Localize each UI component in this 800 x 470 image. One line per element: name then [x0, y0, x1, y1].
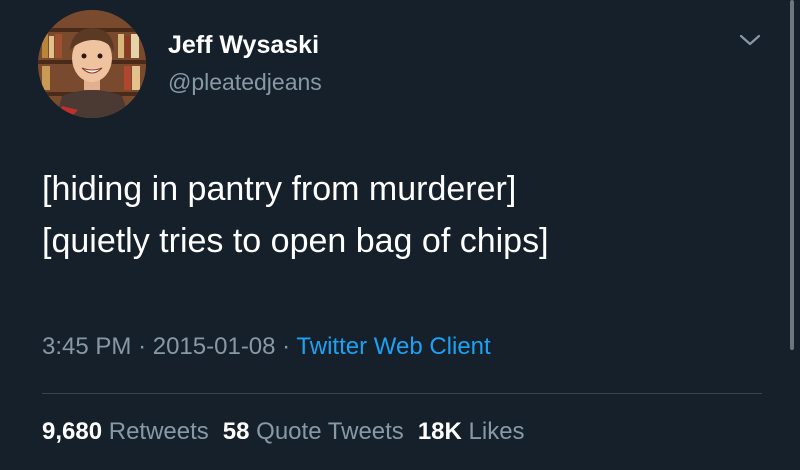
avatar-photo — [38, 10, 146, 118]
retweets-stat[interactable]: 9,680 Retweets — [42, 418, 209, 445]
likes-count: 18K — [417, 418, 462, 445]
tweet-text: [hiding in pantry from murderer] [quietl… — [42, 163, 762, 267]
meta-separator: · — [138, 333, 147, 360]
likes-stat[interactable]: 18K Likes — [418, 418, 525, 445]
chevron-down-icon[interactable] — [736, 30, 764, 50]
retweets-label: Retweets — [108, 418, 209, 445]
scrollbar[interactable] — [790, 0, 794, 350]
avatar[interactable] — [38, 10, 146, 118]
divider — [42, 393, 762, 394]
meta-separator: · — [282, 333, 291, 360]
author-handle[interactable]: @pleatedjeans — [168, 69, 322, 96]
author-name[interactable]: Jeff Wysaski — [168, 31, 319, 60]
tweet-time[interactable]: 3:45 PM — [42, 333, 131, 360]
tweet-stats: 9,680 Retweets 58 Quote Tweets 18K Likes — [42, 418, 539, 446]
tweet-client-link[interactable]: Twitter Web Client — [296, 333, 490, 360]
quote-tweets-label: Quote Tweets — [256, 418, 404, 445]
likes-label: Likes — [468, 418, 525, 445]
tweet-text-line: [hiding in pantry from murderer] — [42, 170, 517, 208]
tweet-meta: 3:45 PM · 2015-01-08 · Twitter Web Clien… — [42, 333, 491, 361]
tweet-card: Jeff Wysaski @pleatedjeans [hiding in pa… — [0, 0, 800, 470]
tweet-text-line: [quietly tries to open bag of chips] — [42, 222, 549, 260]
quote-tweets-count: 58 — [222, 418, 250, 445]
tweet-date[interactable]: 2015-01-08 — [153, 333, 276, 360]
retweets-count: 9,680 — [42, 418, 103, 445]
quote-tweets-stat[interactable]: 58 Quote Tweets — [223, 418, 404, 445]
